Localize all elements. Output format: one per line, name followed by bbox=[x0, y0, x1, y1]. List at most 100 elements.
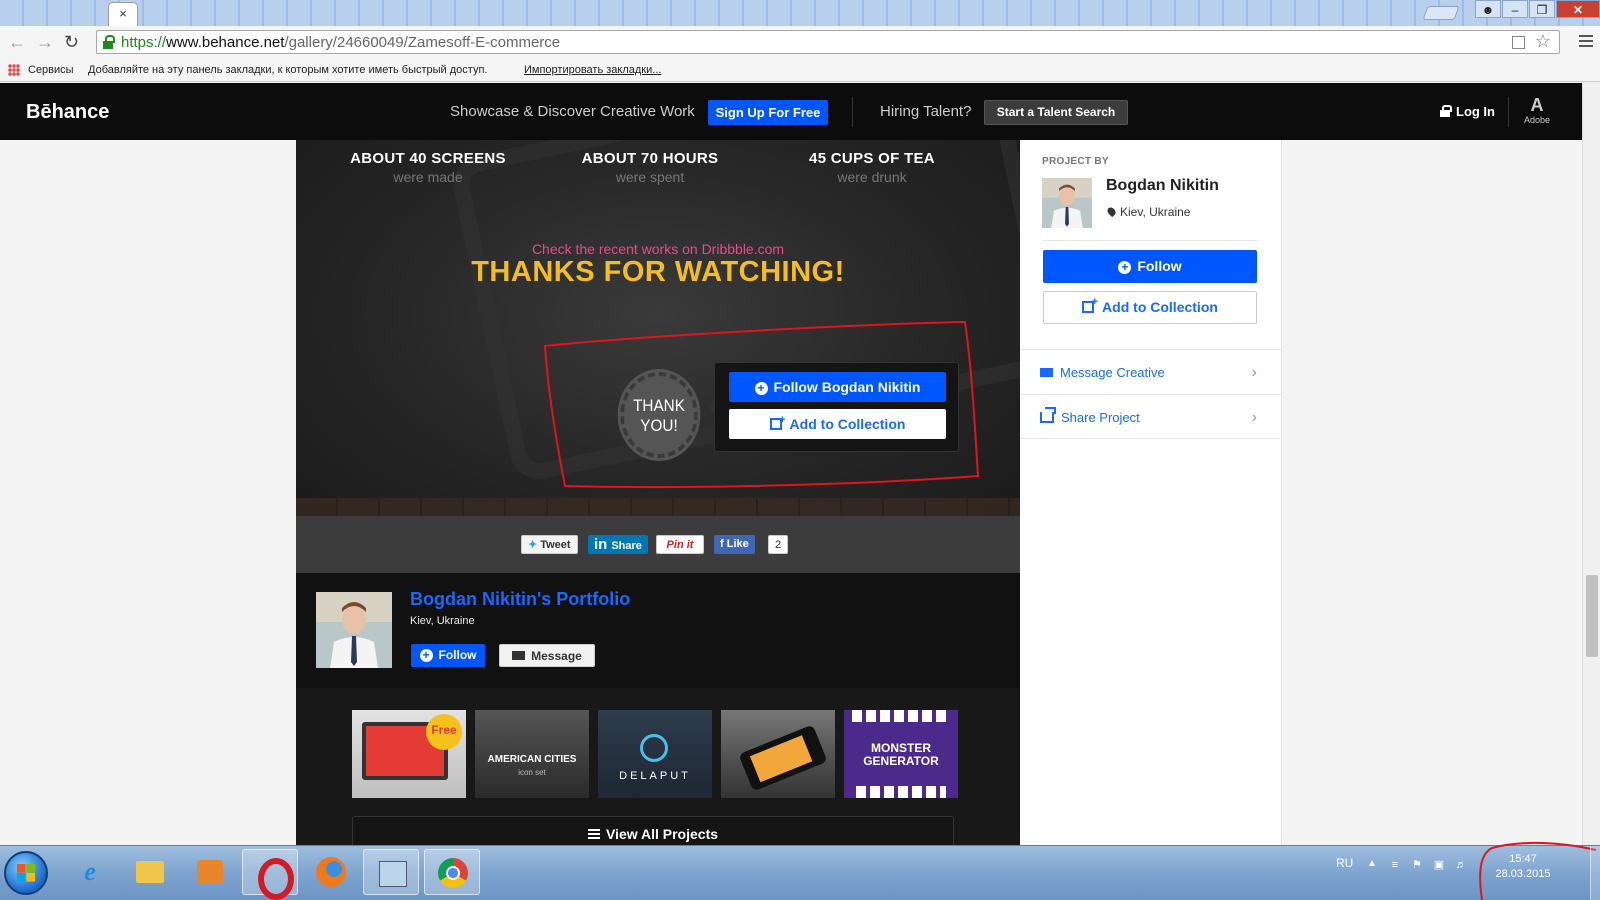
page-scrollbar[interactable] bbox=[1582, 83, 1600, 845]
project-thumbnail[interactable] bbox=[721, 710, 835, 798]
avatar[interactable] bbox=[316, 592, 392, 668]
portfolio-name-link[interactable]: Bogdan Nikitin's Portfolio bbox=[410, 589, 630, 610]
log-in-link[interactable]: Log In bbox=[1440, 104, 1495, 119]
stat-screens: ABOUT 40 SCREENS were made bbox=[350, 150, 506, 185]
maximize-icon[interactable]: ❐ bbox=[1529, 0, 1555, 18]
notepad-icon[interactable] bbox=[363, 849, 419, 895]
message-creative-link[interactable]: Message Creative › bbox=[1020, 349, 1281, 394]
project-thumbnail[interactable]: Free bbox=[352, 710, 466, 798]
project-thumbnail[interactable]: AMERICAN CITIES icon set bbox=[475, 710, 589, 798]
facebook-like-count: 2 bbox=[768, 535, 789, 554]
show-desktop-button[interactable] bbox=[1590, 846, 1600, 900]
location-pin-icon bbox=[1105, 205, 1118, 218]
reload-icon[interactable]: ↻ bbox=[64, 32, 79, 53]
behance-header: Bēhance Showcase & Discover Creative Wor… bbox=[0, 83, 1582, 140]
minimize-icon[interactable]: – bbox=[1502, 0, 1528, 18]
adobe-label: Adobe bbox=[1523, 115, 1551, 125]
tab-close-icon[interactable]: × bbox=[119, 6, 127, 21]
thumbnail-title: DELAPUT bbox=[619, 770, 691, 782]
browser-toolbar: ← → ↻ https://www.behance.net/gallery/24… bbox=[0, 26, 1600, 58]
address-bar[interactable]: https://www.behance.net/gallery/24660049… bbox=[96, 30, 1560, 54]
window-controls: ☻ – ❐ ✕ bbox=[1474, 0, 1600, 20]
portfolio-message-button[interactable]: Message bbox=[499, 644, 595, 667]
project-thumbnail[interactable]: DELAPUT bbox=[598, 710, 712, 798]
bookmarks-bar: Сервисы Добавляйте на эту панель закладк… bbox=[0, 58, 1600, 82]
behance-logo[interactable]: Bēhance bbox=[26, 101, 109, 124]
language-indicator[interactable]: RU bbox=[1336, 856, 1353, 870]
chrome-icon[interactable] bbox=[424, 849, 480, 895]
header-divider bbox=[852, 97, 853, 127]
internet-explorer-icon[interactable]: e bbox=[62, 849, 118, 895]
envelope-icon bbox=[1040, 368, 1053, 377]
phone-image bbox=[738, 724, 828, 792]
browser-menu-icon[interactable] bbox=[1579, 35, 1593, 47]
chevron-right-icon: › bbox=[1251, 409, 1257, 426]
bookmarks-apps-link[interactable]: Сервисы bbox=[28, 64, 74, 76]
bookmarks-hint: Добавляйте на эту панель закладки, к кот… bbox=[88, 64, 488, 76]
file-explorer-icon[interactable] bbox=[122, 849, 178, 895]
media-player-icon[interactable] bbox=[182, 849, 238, 895]
creator-name-link[interactable]: Bogdan Nikitin bbox=[1106, 177, 1219, 195]
active-tab[interactable]: × bbox=[108, 2, 138, 26]
plus-circle-icon: + bbox=[1118, 261, 1132, 274]
project-thumbnail[interactable]: MONSTER GENERATOR bbox=[844, 710, 958, 798]
facebook-icon: f bbox=[720, 538, 727, 550]
opera-icon[interactable] bbox=[242, 849, 298, 900]
translate-icon[interactable] bbox=[1512, 36, 1525, 49]
list-icon bbox=[587, 829, 600, 839]
pinterest-button[interactable]: Pin it bbox=[656, 535, 704, 554]
tab-strip: × ☻ – ❐ ✕ bbox=[0, 0, 1600, 26]
keyboard-icon[interactable]: ≡ bbox=[1388, 858, 1402, 872]
portfolio-follow-button[interactable]: + Follow bbox=[411, 644, 485, 667]
flag-icon[interactable]: ⚑ bbox=[1410, 858, 1424, 872]
lock-icon bbox=[1440, 105, 1452, 117]
project-end-cta: +Follow Bogdan Nikitin Add to Collection bbox=[707, 362, 959, 452]
adobe-link[interactable]: A Adobe bbox=[1522, 95, 1552, 125]
page-body: ABOUT 40 SCREENS were made ABOUT 70 HOUR… bbox=[0, 140, 1582, 845]
view-all-projects-button[interactable]: View All Projects bbox=[352, 816, 954, 845]
forward-arrow-icon[interactable]: → bbox=[36, 32, 54, 53]
new-tab-button[interactable] bbox=[1422, 6, 1460, 20]
portfolio-location: Kiev, Ukraine bbox=[410, 615, 475, 627]
close-window-icon[interactable]: ✕ bbox=[1556, 0, 1600, 18]
bookmark-star-icon[interactable]: ☆ bbox=[1535, 31, 1551, 52]
windows-taskbar: e RU ▲ ≡ ⚑ ▣ ♬ 15:47 28.03.2015 bbox=[0, 841, 1600, 900]
firefox-icon[interactable] bbox=[303, 849, 359, 895]
monster-teeth bbox=[852, 710, 950, 722]
sidebar-add-to-collection-button[interactable]: Add to Collection bbox=[1043, 287, 1257, 324]
monster-teeth bbox=[856, 786, 946, 798]
url-text[interactable]: https://www.behance.net/gallery/24660049… bbox=[121, 34, 560, 51]
import-bookmarks-link[interactable]: Импортировать закладки... bbox=[524, 64, 661, 76]
header-divider bbox=[1508, 97, 1509, 127]
sign-up-button[interactable]: Sign Up For Free bbox=[708, 100, 828, 125]
project-by-label: PROJECT BY bbox=[1042, 156, 1109, 167]
facebook-like-button[interactable]: f Like bbox=[714, 535, 755, 554]
talent-search-button[interactable]: Start a Talent Search bbox=[984, 100, 1128, 125]
start-button[interactable] bbox=[4, 851, 48, 895]
red-annotation-outline bbox=[1479, 841, 1597, 900]
scrollbar-thumb[interactable] bbox=[1586, 575, 1598, 657]
user-icon[interactable]: ☻ bbox=[1475, 0, 1501, 18]
volume-icon[interactable]: ♬ bbox=[1454, 858, 1468, 872]
network-icon[interactable]: ▣ bbox=[1432, 858, 1446, 872]
linkedin-share-button[interactable]: in Share bbox=[588, 535, 648, 554]
back-arrow-icon[interactable]: ← bbox=[8, 32, 26, 53]
tray-expand-icon[interactable]: ▲ bbox=[1367, 858, 1377, 869]
twitter-bird-icon: ✦ bbox=[528, 539, 538, 551]
share-project-link[interactable]: Share Project › bbox=[1020, 394, 1281, 439]
thanks-heading: THANKS FOR WATCHING! bbox=[471, 256, 845, 288]
thumbnail-title: AMERICAN CITIES bbox=[487, 754, 577, 765]
tweet-button[interactable]: ✦ Tweet bbox=[521, 535, 578, 554]
share-icon bbox=[1040, 407, 1056, 423]
avatar[interactable] bbox=[1042, 178, 1092, 228]
secure-lock-icon[interactable] bbox=[103, 35, 115, 49]
sidebar-follow-button[interactable]: + Follow bbox=[1043, 250, 1257, 283]
header-tagline: Showcase & Discover Creative Work bbox=[450, 103, 695, 120]
envelope-icon bbox=[512, 651, 526, 660]
creator-location: Kiev, Ukraine bbox=[1105, 205, 1190, 219]
adobe-logo-icon: A bbox=[1530, 95, 1544, 115]
portfolio-panel: Bogdan Nikitin's Portfolio Kiev, Ukraine… bbox=[296, 573, 1020, 688]
add-to-collection-button[interactable]: Add to Collection bbox=[729, 405, 946, 439]
apps-icon[interactable] bbox=[8, 64, 20, 76]
follow-creator-button[interactable]: + Follow Bogdan Nikitin bbox=[729, 372, 946, 402]
